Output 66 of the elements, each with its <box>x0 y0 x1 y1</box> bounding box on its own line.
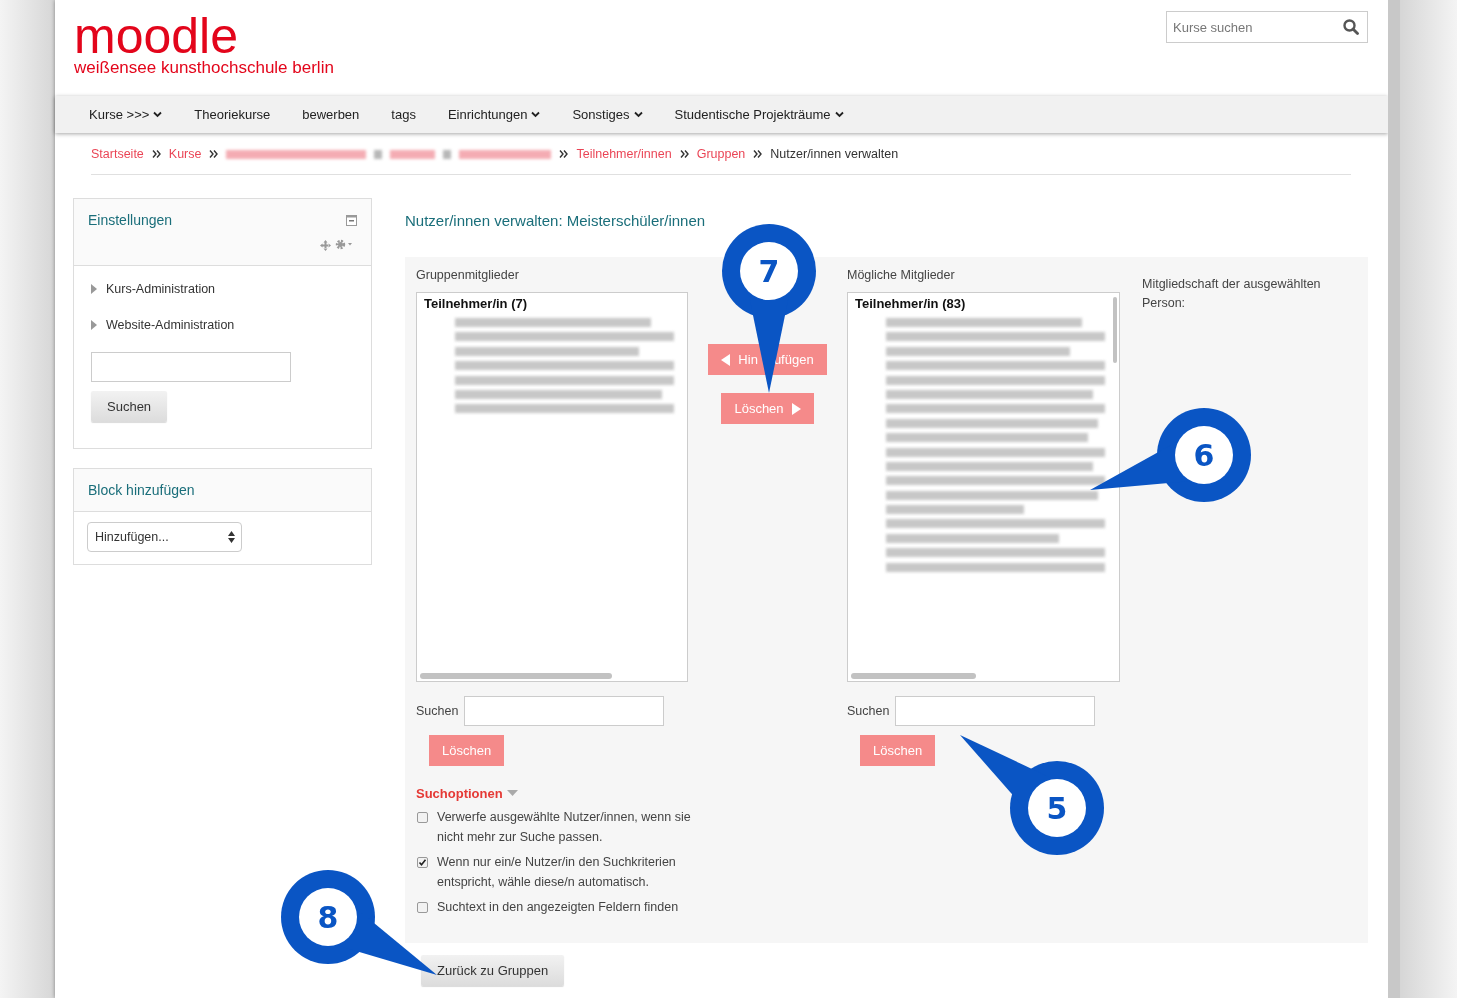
option-label: Wenn nur ein/e Nutzer/in den Suchkriterien entspricht, wähle diese/n automatisch. <box>437 854 677 891</box>
checkbox[interactable] <box>417 902 428 913</box>
nav-item[interactable]: bewerben <box>302 107 360 122</box>
checkbox[interactable] <box>417 812 428 823</box>
nav-item[interactable]: tags <box>391 107 416 122</box>
collapse-icon[interactable] <box>346 215 357 226</box>
block-title: Block hinzufügen <box>88 482 195 498</box>
list-label: Gruppenmitglieder <box>416 268 520 282</box>
nav-item[interactable]: Studentische Projekträume <box>674 107 844 122</box>
search-button[interactable]: Suchen <box>91 391 168 422</box>
member-listbox[interactable]: Teilnehmer/in (7) <box>416 292 688 682</box>
nav-item[interactable]: Einrichtungen <box>447 107 541 122</box>
tree-item[interactable]: Website-Administration <box>91 318 235 332</box>
search-label: Suchen <box>847 704 890 718</box>
select-arrows-icon <box>228 531 235 543</box>
tree-item[interactable]: Kurs-Administration <box>91 282 216 296</box>
group-label: Teilnehmer/in (7) <box>423 295 529 313</box>
search-label: Suchen <box>416 704 459 718</box>
scrollbar[interactable] <box>851 673 976 679</box>
callout-number: 5 <box>1046 791 1068 826</box>
scrollbar[interactable] <box>1388 0 1400 998</box>
double-chevron-icon <box>679 150 689 158</box>
blurred-breadcrumb <box>443 149 452 159</box>
back-button[interactable]: Zurück zu Gruppen <box>421 955 565 986</box>
callout-number: 6 <box>1193 438 1215 473</box>
caret-icon <box>506 790 518 797</box>
scrollbar[interactable] <box>420 673 612 679</box>
nav-item[interactable]: Kurse >>> <box>89 107 163 122</box>
logo[interactable]: moodle <box>74 14 334 58</box>
gear-icon[interactable] <box>335 239 353 250</box>
move-icon[interactable] <box>320 240 331 251</box>
right-triangle-icon <box>791 402 801 415</box>
callout-number: 8 <box>317 900 339 935</box>
scrollbar[interactable] <box>1113 297 1117 363</box>
breadcrumb-link[interactable]: Teilnehmer/innen <box>576 147 672 161</box>
breadcrumb-link[interactable]: Kurse <box>168 147 202 161</box>
member-listbox[interactable]: Teilnehmer/in (83) <box>847 292 1120 682</box>
option-label: Suchtext in den angezeigten Feldern finden <box>437 899 679 916</box>
search-field[interactable] <box>91 352 291 382</box>
nav-item[interactable]: Theoriekurse <box>194 107 271 122</box>
breadcrumb-link[interactable]: Gruppen <box>696 147 746 161</box>
double-chevron-icon <box>753 150 763 158</box>
nav-item[interactable]: Sonstiges <box>572 107 643 122</box>
logo-subtitle: weißensee kunsthochschule berlin <box>74 58 334 78</box>
block-select[interactable]: Hinzufügen... <box>87 522 242 552</box>
option-label: Verwerfe ausgewählte Nutzer/innen, wenn sie nicht mehr zur Suche passen. <box>437 809 691 846</box>
block-title: Einstellungen <box>88 212 173 228</box>
group-label: Teilnehmer/in (83) <box>854 295 967 313</box>
breadcrumb-current: Nutzer/innen verwalten <box>770 147 899 161</box>
double-chevron-icon <box>559 150 569 158</box>
search-options-toggle[interactable]: Suchoptionen <box>416 786 503 801</box>
list-label: Mögliche Mitglieder <box>847 268 956 282</box>
search-icon[interactable] <box>1343 19 1359 35</box>
left-triangle-icon <box>721 353 731 366</box>
search-field[interactable] <box>895 696 1096 726</box>
double-chevron-icon <box>151 150 161 158</box>
double-chevron-icon <box>209 150 219 158</box>
selection-info: Mitgliedschaft der ausgewählten Person: <box>1142 276 1322 312</box>
blurred-breadcrumb <box>374 149 383 159</box>
callout-number: 7 <box>758 254 780 289</box>
page-title: Nutzer/innen verwalten: Meisterschüler/innen <box>405 212 707 229</box>
course-search-field[interactable]: Kurse suchen <box>1166 11 1368 43</box>
blurred-breadcrumb <box>390 149 436 159</box>
search-field[interactable] <box>464 696 665 726</box>
breadcrumb-link[interactable]: Startseite <box>91 147 144 161</box>
checkbox[interactable] <box>417 857 428 868</box>
